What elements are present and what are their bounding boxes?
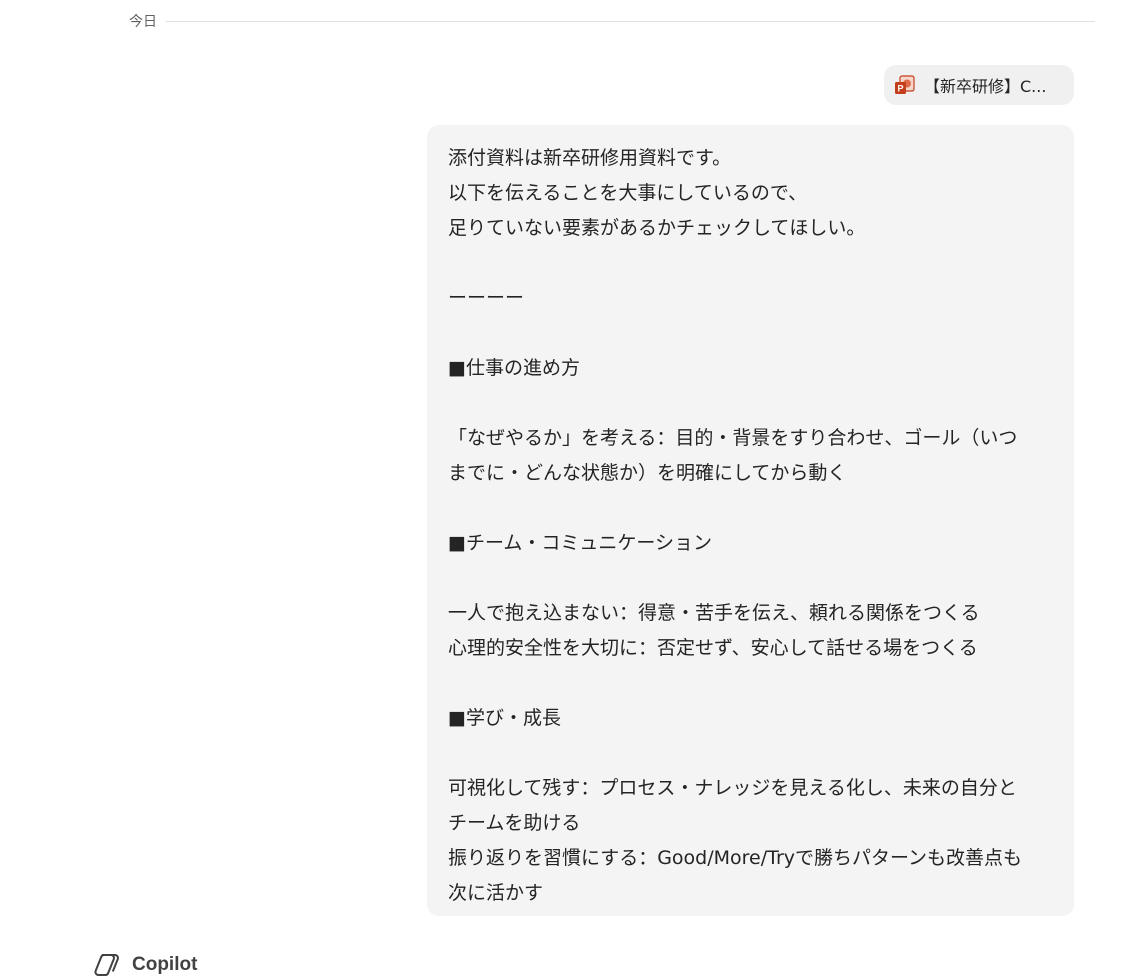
- message-text: 添付資料は新卒研修用資料です。以下を伝えることを大事にしているので、足りていない…: [448, 141, 1052, 911]
- message-line: までに・どんな状態か）を明確にしてから動く: [448, 462, 847, 484]
- divider-line: [166, 20, 1095, 22]
- message-line: [448, 561, 1052, 596]
- message-line: [448, 491, 1052, 526]
- message-line: 添付資料は新卒研修用資料です。: [448, 147, 732, 169]
- date-label: 今日: [129, 14, 157, 30]
- message-line: 心理的安全性を大切に：否定せず、安心して話せる場をつくる: [448, 637, 978, 659]
- copilot-icon: [93, 952, 123, 976]
- message-line: 可視化して残す：プロセス・ナレッジを見える化し、未来の自分と: [448, 777, 1017, 799]
- message-line: [448, 386, 1052, 421]
- message-line: ■仕事の進め方: [448, 357, 580, 379]
- message-line: [448, 666, 1052, 701]
- message-line: [448, 736, 1052, 771]
- attachment-name: 【新卒研修】C...: [924, 77, 1047, 96]
- date-divider: 今日: [129, 10, 1095, 32]
- powerpoint-file-icon: P: [894, 75, 916, 95]
- assistant-name: Copilot: [132, 954, 198, 975]
- message-line: ■チーム・コミュニケーション: [448, 532, 713, 554]
- message-line: 足りていない要素があるかチェックしてほしい。: [448, 217, 866, 239]
- attachment-chip[interactable]: P 【新卒研修】C...: [884, 65, 1074, 105]
- svg-text:P: P: [897, 84, 903, 94]
- message-line: 「なぜやるか」を考える：目的・背景をすり合わせ、ゴール（いつ: [448, 427, 1018, 449]
- message-line: [448, 316, 1052, 351]
- message-line: 振り返りを習慣にする：Good/More/Tryで勝ちパターンも改善点も: [448, 847, 1023, 869]
- message-line: 次に活かす: [448, 882, 544, 904]
- message-line: ■学び・成長: [448, 707, 561, 729]
- message-line: ーーーー: [448, 287, 525, 309]
- message-line: チームを助ける: [448, 812, 581, 834]
- copilot-header: Copilot: [93, 952, 197, 976]
- message-line: [448, 246, 1052, 281]
- message-line: 一人で抱え込まない：得意・苦手を伝え、頼れる関係をつくる: [448, 602, 980, 624]
- chat-page: 今日 P 【新卒研修】C... 添付資料は新卒研修用資料です。以下を伝えることを…: [0, 0, 1124, 976]
- message-line: 以下を伝えることを大事にしているので、: [448, 182, 808, 204]
- user-message-bubble: 添付資料は新卒研修用資料です。以下を伝えることを大事にしているので、足りていない…: [427, 125, 1074, 916]
